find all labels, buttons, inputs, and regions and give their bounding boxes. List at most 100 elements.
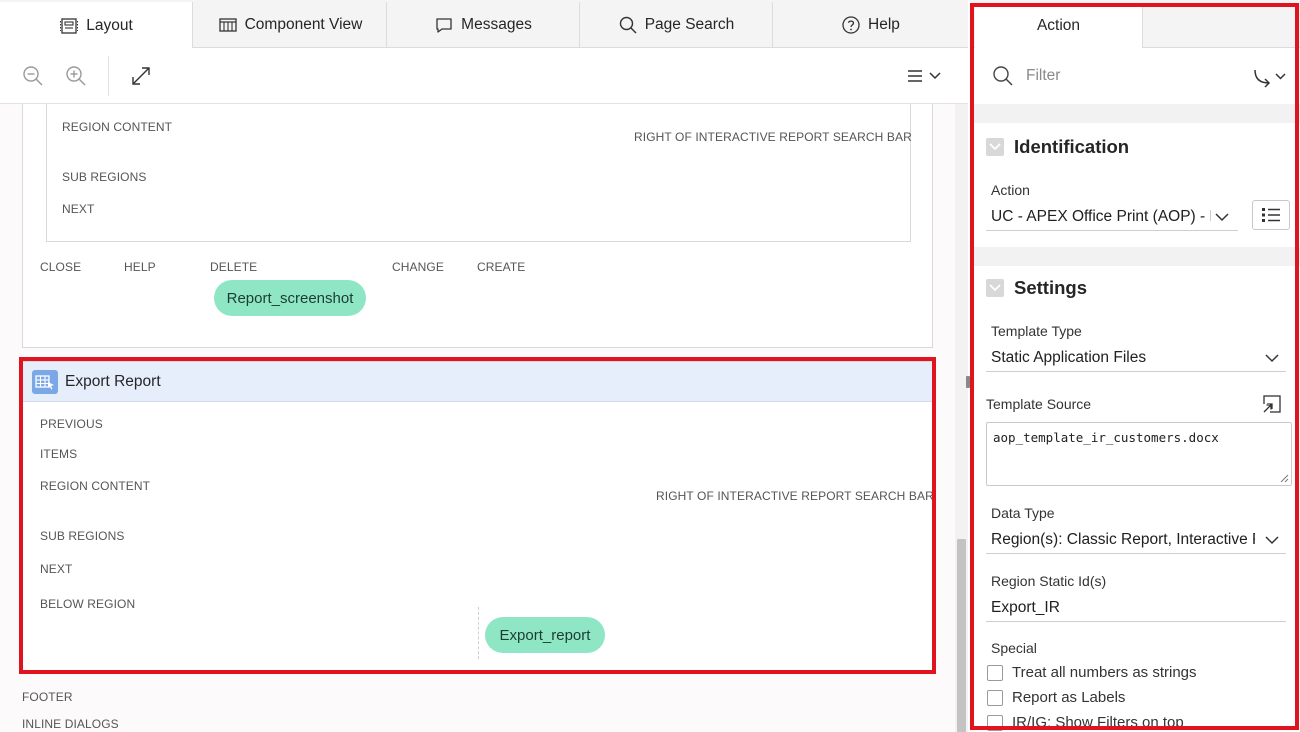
position-create[interactable]: CREATE xyxy=(477,260,525,274)
layout-icon xyxy=(60,17,79,34)
zoom-out-icon xyxy=(23,66,43,86)
action-label: Action xyxy=(991,182,1030,198)
layout-canvas: REGION CONTENT RIGHT OF INTERACTIVE REPO… xyxy=(0,104,955,732)
help-icon xyxy=(842,16,860,34)
checkbox[interactable] xyxy=(987,689,1003,706)
zoom-in-button[interactable] xyxy=(64,64,88,88)
identification-section-title: Identification xyxy=(1014,136,1130,157)
property-editor-body: Identification Action UC - APEX Office P… xyxy=(970,104,1300,732)
chevron-down-icon[interactable] xyxy=(1265,535,1279,545)
toolbar-separator xyxy=(108,56,109,96)
template-type-label: Template Type xyxy=(991,323,1082,339)
section-gap xyxy=(970,247,1300,266)
position-footer[interactable]: FOOTER xyxy=(22,690,73,704)
export-report-region[interactable]: Export Report PREVIOUS ITEMS REGION CONT… xyxy=(22,361,934,672)
tab-component-view-label: Component View xyxy=(244,16,363,33)
open-dialog-icon[interactable] xyxy=(1262,394,1282,414)
resize-handle-icon[interactable] xyxy=(1280,474,1289,483)
show-filters-on-top-checkbox[interactable]: IR/IG: Show Filters on top xyxy=(987,714,1184,731)
report-as-labels-checkbox[interactable]: Report as Labels xyxy=(987,689,1125,706)
layout-scrollbar-thumb[interactable] xyxy=(957,539,966,732)
position-region-content[interactable]: REGION CONTENT xyxy=(62,120,172,134)
layout-menu-button[interactable] xyxy=(906,64,944,88)
checkbox-label: Treat all numbers as strings xyxy=(1012,664,1197,681)
tab-messages-label: Messages xyxy=(461,16,532,33)
tab-layout[interactable]: Layout xyxy=(0,2,193,49)
position-next[interactable]: NEXT xyxy=(40,562,72,576)
expand-icon xyxy=(132,67,150,85)
collapse-icon[interactable] xyxy=(986,279,1004,297)
chevron-down-icon[interactable] xyxy=(1215,212,1229,222)
tab-page-search-label: Page Search xyxy=(644,16,735,33)
position-close[interactable]: CLOSE xyxy=(40,260,81,274)
settings-section-title: Settings xyxy=(1014,277,1087,298)
report-screenshot-button[interactable]: Report_screenshot xyxy=(214,280,366,316)
menu-icon xyxy=(908,70,941,82)
special-label: Special xyxy=(991,640,1037,656)
treat-numbers-as-strings-checkbox[interactable]: Treat all numbers as strings xyxy=(987,664,1197,681)
expand-button[interactable] xyxy=(129,64,153,88)
position-next[interactable]: NEXT xyxy=(62,202,94,216)
messages-icon xyxy=(436,18,452,33)
report-region-icon xyxy=(32,369,58,394)
tab-messages[interactable]: Messages xyxy=(387,2,580,48)
tab-page-search[interactable]: Page Search xyxy=(580,2,773,48)
tab-layout-label: Layout xyxy=(86,16,133,34)
tab-help[interactable]: Help xyxy=(773,2,968,48)
identification-section-header[interactable]: Identification xyxy=(986,136,1129,158)
property-filter-input[interactable]: Filter xyxy=(1026,67,1060,85)
settings-section-header[interactable]: Settings xyxy=(986,277,1087,299)
data-type-label: Data Type xyxy=(991,505,1055,521)
layout-scrollbar[interactable] xyxy=(955,104,968,732)
tab-action[interactable]: Action xyxy=(975,4,1143,48)
property-editor-pane: Action Filter Identification Action UC -… xyxy=(970,0,1300,732)
drop-zone-divider xyxy=(478,607,479,659)
property-editor-tab-bar: Action xyxy=(970,0,1300,48)
position-previous[interactable]: PREVIOUS xyxy=(40,417,103,431)
tab-component-view[interactable]: Component View xyxy=(194,2,387,48)
template-type-underline xyxy=(986,371,1286,372)
template-source-value: aop_template_ir_customers.docx xyxy=(993,430,1219,445)
position-sub-regions[interactable]: SUB REGIONS xyxy=(40,529,124,543)
position-right-of-search-bar[interactable]: RIGHT OF INTERACTIVE REPORT SEARCH BAR xyxy=(634,130,912,144)
position-right-of-search-bar[interactable]: RIGHT OF INTERACTIVE REPORT SEARCH BAR xyxy=(656,489,934,503)
checkbox-label: Report as Labels xyxy=(1012,689,1126,706)
position-sub-regions[interactable]: SUB REGIONS xyxy=(62,170,146,184)
chevron-down-icon[interactable] xyxy=(1265,353,1279,363)
region-static-id-label: Region Static Id(s) xyxy=(991,573,1107,589)
checkbox-label: IR/IG: Show Filters on top xyxy=(1012,714,1184,731)
list-icon xyxy=(1262,208,1280,222)
tab-help-label: Help xyxy=(868,16,900,33)
checkbox[interactable] xyxy=(987,664,1003,681)
action-select[interactable]: UC - APEX Office Print (AOP) - D... xyxy=(991,208,1211,226)
region-static-id-input[interactable]: Export_IR xyxy=(991,599,1271,617)
position-below-region[interactable]: BELOW REGION xyxy=(40,597,135,611)
data-type-underline xyxy=(986,553,1286,554)
data-type-select[interactable]: Region(s): Classic Report, Interactive R… xyxy=(991,531,1255,549)
template-source-label: Template Source xyxy=(986,396,1092,412)
position-region-content[interactable]: REGION CONTENT xyxy=(40,479,150,493)
checkbox[interactable] xyxy=(987,714,1003,731)
export-report-button[interactable]: Export_report xyxy=(485,617,605,653)
template-source-textarea[interactable]: aop_template_ir_customers.docx xyxy=(986,422,1292,486)
collapse-icon[interactable] xyxy=(986,138,1004,156)
template-type-select[interactable]: Static Application Files xyxy=(991,349,1251,367)
position-change[interactable]: CHANGE xyxy=(392,260,444,274)
export-report-title: Export Report xyxy=(65,372,161,390)
position-items[interactable]: ITEMS xyxy=(40,447,77,461)
position-inline-dialogs[interactable]: INLINE DIALOGS xyxy=(22,717,119,731)
go-to-icon[interactable] xyxy=(1252,66,1290,88)
action-underline xyxy=(986,230,1238,231)
position-help[interactable]: HELP xyxy=(124,260,156,274)
property-filter-bar: Filter xyxy=(970,48,1300,104)
page-designer-layout-pane: Layout Component View Messages Page Sear… xyxy=(0,0,968,732)
export-report-region-header[interactable]: Export Report xyxy=(23,362,932,402)
upper-region-body[interactable]: REGION CONTENT RIGHT OF INTERACTIVE REPO… xyxy=(46,104,912,242)
action-list-button[interactable] xyxy=(1252,200,1290,230)
zoom-out-button[interactable] xyxy=(21,64,45,88)
zoom-in-icon xyxy=(66,66,86,86)
layout-tab-bar: Layout Component View Messages Page Sear… xyxy=(0,0,968,49)
position-delete[interactable]: DELETE xyxy=(210,260,257,274)
upper-region[interactable]: REGION CONTENT RIGHT OF INTERACTIVE REPO… xyxy=(22,104,933,348)
component-view-icon xyxy=(218,18,237,32)
